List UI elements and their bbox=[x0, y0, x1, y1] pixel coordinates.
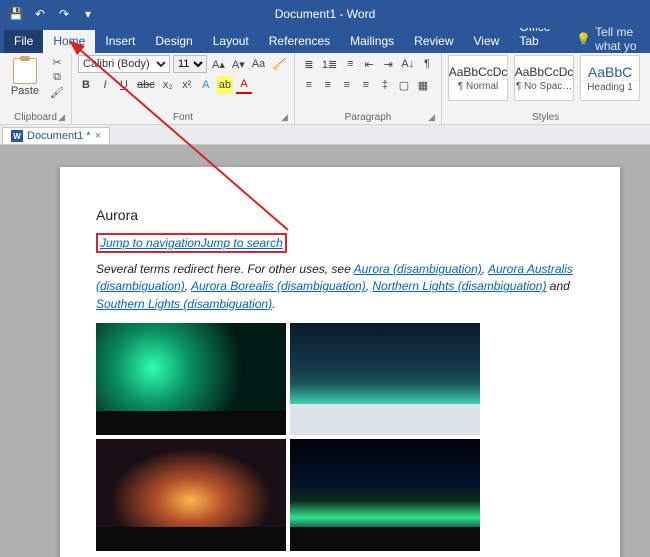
copy-icon[interactable]: ⧉ bbox=[49, 70, 65, 84]
document-tab-label: Document1 * bbox=[27, 130, 91, 142]
ribbon-tabs: File Home Insert Design Layout Reference… bbox=[0, 28, 650, 53]
align-left-button[interactable]: ≡ bbox=[301, 76, 317, 94]
title-bar: 💾 ↶ ↷ ▾ Document1 - Word bbox=[0, 0, 650, 28]
link-southern-lights-disambig[interactable]: Southern Lights (disambiguation) bbox=[96, 297, 272, 311]
dialog-launcher-icon[interactable]: ◢ bbox=[428, 112, 435, 123]
lightbulb-icon: 💡 bbox=[576, 32, 591, 46]
tab-home[interactable]: Home bbox=[43, 30, 95, 53]
subscript-button[interactable]: x₂ bbox=[160, 76, 176, 94]
group-styles: AaBbCcDc¶ Normal AaBbCcDc¶ No Spac… AaBb… bbox=[442, 53, 649, 124]
show-marks-button[interactable]: ¶ bbox=[419, 55, 435, 73]
font-name-select[interactable]: Calibri (Body) bbox=[78, 55, 170, 73]
italic-button[interactable]: I bbox=[97, 76, 113, 94]
image-grid bbox=[96, 323, 584, 551]
bullets-button[interactable]: ≣ bbox=[301, 55, 317, 73]
tab-design[interactable]: Design bbox=[145, 30, 202, 53]
disambiguation-paragraph: Several terms redirect here. For other u… bbox=[96, 261, 584, 313]
font-color-button[interactable]: A bbox=[236, 76, 252, 94]
document-tab-bar: W Document1 * × bbox=[0, 125, 650, 145]
redo-icon[interactable]: ↷ bbox=[54, 4, 74, 24]
group-label-font: Font◢ bbox=[78, 112, 288, 124]
clipboard-icon bbox=[13, 58, 37, 84]
bold-button[interactable]: B bbox=[78, 76, 94, 94]
document-canvas[interactable]: Aurora Jump to navigationJump to search … bbox=[0, 145, 650, 557]
group-font: Calibri (Body) 11 A▴ A▾ Aa 🧹 B I U abc x… bbox=[72, 53, 295, 124]
jump-to-navigation-link[interactable]: Jump to navigation bbox=[100, 236, 201, 250]
dialog-launcher-icon[interactable]: ◢ bbox=[281, 112, 288, 123]
line-spacing-button[interactable]: ‡ bbox=[377, 76, 393, 94]
align-right-button[interactable]: ≡ bbox=[339, 76, 355, 94]
window-title: Document1 - Word bbox=[275, 7, 375, 21]
borders-button[interactable]: ▦ bbox=[415, 76, 431, 94]
style-heading1[interactable]: AaBbCHeading 1 bbox=[580, 55, 640, 101]
increase-indent-button[interactable]: ⇥ bbox=[380, 55, 396, 73]
superscript-button[interactable]: x² bbox=[179, 76, 195, 94]
highlighted-selection: Jump to navigationJump to search bbox=[96, 233, 287, 253]
aurora-image-1[interactable] bbox=[96, 323, 286, 435]
group-paragraph: ≣ 1≣ ≡ ⇤ ⇥ A↓ ¶ ≡ ≡ ≡ ≡ ‡ ▢ ▦ Paragraph◢ bbox=[295, 53, 442, 124]
document-page[interactable]: Aurora Jump to navigationJump to search … bbox=[60, 167, 620, 557]
ribbon: Paste ✂ ⧉ 🖌 Clipboard◢ Calibri (Body) 11… bbox=[0, 53, 650, 125]
tab-review[interactable]: Review bbox=[404, 30, 463, 53]
justify-button[interactable]: ≡ bbox=[358, 76, 374, 94]
jump-to-search-link[interactable]: Jump to search bbox=[201, 236, 283, 250]
group-label-clipboard: Clipboard◢ bbox=[6, 112, 65, 124]
group-label-styles: Styles bbox=[448, 112, 643, 124]
link-aurora-disambig[interactable]: Aurora (disambiguation) bbox=[354, 262, 482, 276]
tab-layout[interactable]: Layout bbox=[203, 30, 259, 53]
text-effects-button[interactable]: A bbox=[198, 76, 214, 94]
word-file-icon: W bbox=[11, 130, 23, 142]
change-case-button[interactable]: Aa bbox=[250, 55, 267, 73]
style-no-spacing[interactable]: AaBbCcDc¶ No Spac… bbox=[514, 55, 574, 101]
shrink-font-button[interactable]: A▾ bbox=[230, 55, 247, 73]
multilevel-list-button[interactable]: ≡ bbox=[342, 55, 358, 73]
aurora-image-2[interactable] bbox=[290, 323, 480, 435]
tab-mailings[interactable]: Mailings bbox=[340, 30, 404, 53]
cut-icon[interactable]: ✂ bbox=[49, 55, 65, 69]
tab-view[interactable]: View bbox=[464, 30, 510, 53]
group-clipboard: Paste ✂ ⧉ 🖌 Clipboard◢ bbox=[0, 53, 72, 124]
style-normal[interactable]: AaBbCcDc¶ Normal bbox=[448, 55, 508, 101]
close-tab-icon[interactable]: × bbox=[95, 130, 101, 142]
highlight-button[interactable]: ab bbox=[217, 76, 233, 94]
aurora-image-4[interactable] bbox=[290, 439, 480, 551]
paste-button[interactable]: Paste bbox=[6, 58, 44, 97]
undo-icon[interactable]: ↶ bbox=[30, 4, 50, 24]
strikethrough-button[interactable]: abc bbox=[135, 76, 157, 94]
font-size-select[interactable]: 11 bbox=[173, 55, 207, 73]
underline-button[interactable]: U bbox=[116, 76, 132, 94]
link-aurora-borealis-disambig[interactable]: Aurora Borealis (disambiguation) bbox=[191, 279, 366, 293]
format-painter-icon[interactable]: 🖌 bbox=[49, 85, 65, 99]
quick-access-toolbar: 💾 ↶ ↷ ▾ bbox=[0, 4, 98, 24]
grow-font-button[interactable]: A▴ bbox=[210, 55, 227, 73]
paste-label: Paste bbox=[11, 85, 39, 97]
tab-insert[interactable]: Insert bbox=[95, 30, 145, 53]
qat-customize-icon[interactable]: ▾ bbox=[78, 4, 98, 24]
dialog-launcher-icon[interactable]: ◢ bbox=[58, 112, 65, 123]
align-center-button[interactable]: ≡ bbox=[320, 76, 336, 94]
document-tab[interactable]: W Document1 * × bbox=[2, 127, 110, 144]
tell-me-label: Tell me what yo bbox=[595, 25, 650, 53]
clear-formatting-button[interactable]: 🧹 bbox=[270, 55, 288, 73]
sort-button[interactable]: A↓ bbox=[399, 55, 416, 73]
tab-references[interactable]: References bbox=[259, 30, 340, 53]
decrease-indent-button[interactable]: ⇤ bbox=[361, 55, 377, 73]
shading-button[interactable]: ▢ bbox=[396, 76, 412, 94]
aurora-image-3[interactable] bbox=[96, 439, 286, 551]
document-heading: Aurora bbox=[96, 207, 584, 223]
group-label-paragraph: Paragraph◢ bbox=[301, 112, 435, 124]
tell-me-search[interactable]: 💡 Tell me what yo bbox=[576, 25, 650, 53]
save-icon[interactable]: 💾 bbox=[6, 4, 26, 24]
link-northern-lights-disambig[interactable]: Northern Lights (disambiguation) bbox=[372, 279, 546, 293]
tab-file[interactable]: File bbox=[4, 30, 43, 53]
numbering-button[interactable]: 1≣ bbox=[320, 55, 339, 73]
